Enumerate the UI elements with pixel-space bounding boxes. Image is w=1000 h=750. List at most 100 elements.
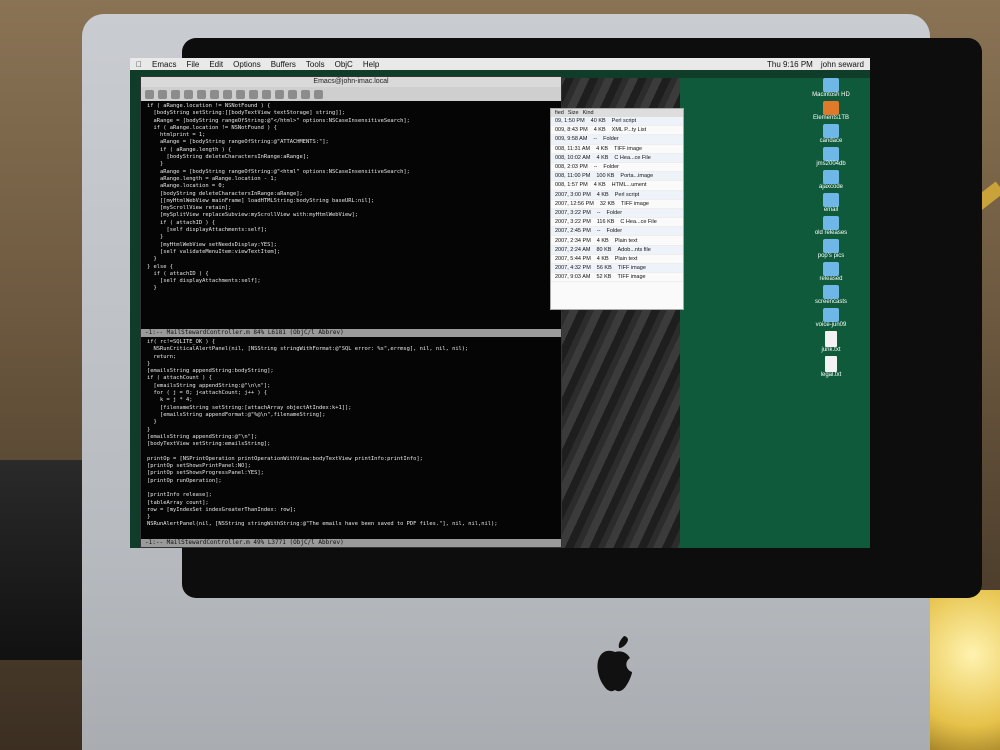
kind-cell: C Hea...ce File [614,154,651,161]
apple-menu-icon[interactable]:  [136,60,142,69]
finder-row[interactable]: 2007, 4:32 PM 56 KB TIFF image [551,264,683,274]
code-line: } [147,256,157,263]
finder-row[interactable]: 09, 1:50 PM 40 KB Perl script [551,117,683,127]
close-icon[interactable] [184,89,193,99]
desktop-icon-label: voice-jun09 [815,322,847,328]
desktop-icon[interactable]: released [819,262,843,282]
date-modified-cell: 2007, 12:56 PM [555,200,594,207]
finder-row[interactable]: 008, 10:02 AM 4 KB C Hea...ce File [551,153,683,163]
finder-row[interactable]: 009, 8:43 PM 4 KB XML P...ty List [551,126,683,136]
column-header-kind[interactable]: Kind [583,110,594,116]
finder-row[interactable]: 2007, 12:56 PM 32 KB TIFF image [551,200,683,209]
size-cell: -- [596,209,601,216]
emacs-code-pane-bottom[interactable]: if( rc!=SQLITE_OK ) { NSRunCriticalAlert… [147,339,555,537]
column-header-size[interactable]: Size [568,110,579,116]
finder-row[interactable]: 008, 11:00 PM 100 KB Porta...image [551,172,683,182]
code-line: NSRunAlertPanel(nil, [NSString stringWit… [147,521,498,528]
search-icon[interactable] [275,89,284,99]
date-modified-cell: 09, 1:50 PM [555,118,585,125]
copy-icon[interactable] [249,89,258,99]
date-modified-cell: 008, 11:00 PM [555,173,591,180]
desktop-icon[interactable]: candace [819,124,843,144]
desktop-icon[interactable]: Elements1TB [813,101,849,121]
menu-edit[interactable]: Edit [209,60,223,69]
kind-cell: TIFF image [617,265,646,272]
menu-tools[interactable]: Tools [306,60,325,69]
code-line: [emailsString appendString:@"\n\n"]; [147,382,271,389]
desktop-icon[interactable]: screencasts [815,285,847,305]
desktop-icon-label: candace [819,138,843,144]
finder-row[interactable]: 2007, 3:00 PM 4 KB Perl script [551,190,683,200]
menu-buffers[interactable]: Buffers [271,60,296,69]
preferences-icon[interactable] [301,89,310,99]
text-document-icon [824,331,837,347]
column-header-modified[interactable]: fied [555,110,564,116]
menubar-clock[interactable]: Thu 9:16 PM [767,60,813,69]
print-icon[interactable] [288,89,297,99]
desktop-icon-label: jms2004db [816,161,846,167]
desktop-icon[interactable]: ajaxcode [819,170,843,190]
size-cell: 56 KB [596,265,612,272]
size-cell: 4 KB [596,145,608,152]
finder-row[interactable]: 2007, 5:44 PM 4 KB Plain text [551,255,683,264]
finder-row[interactable]: 008, 11:31 AM 4 KB TIFF image [551,145,683,154]
finder-row[interactable]: 2007, 3:22 PM -- Folder [551,208,683,219]
finder-file-list: 09, 1:50 PM 40 KB Perl script 009, 8:43 PM 4… [551,117,683,283]
desktop-icon[interactable]: voice-jun09 [815,308,847,328]
desktop-icon[interactable]: junk.txt [821,331,841,353]
code-line: [self validateMenuItem:viewTextItem]; [147,248,281,255]
finder-row[interactable]: 2007, 2:45 PM -- Folder [551,227,683,237]
desktop-icon[interactable]: pop's pics [818,239,844,259]
save-as-icon[interactable] [210,89,219,99]
finder-column-headers: fied Size Kind [551,109,683,117]
code-line: if ( attachCount ) { [147,375,212,382]
new-file-icon[interactable] [145,89,154,99]
kind-cell: TIFF image [620,200,649,207]
finder-row[interactable]: 2007, 2:34 PM 4 KB Plain text [551,236,683,246]
finder-row[interactable]: 009, 9:58 AM -- Folder [551,135,683,145]
size-cell: 40 KB [590,118,606,125]
menu-options[interactable]: Options [233,60,261,69]
kind-cell: Perl script [611,118,637,125]
open-dir-icon[interactable] [171,89,180,99]
menu-objc[interactable]: ObjC [335,60,353,69]
desktop-icon[interactable]: old releases [815,216,847,236]
cut-icon[interactable] [236,89,245,99]
kind-cell: Perl script [614,191,640,198]
finder-row[interactable]: 008, 1:57 PM 4 KB HTML...ument [551,181,683,191]
desktop-icon-label: ajaxcode [818,184,844,190]
finder-row[interactable]: 2007, 2:24 AM 80 KB Adob...nts file [551,245,683,255]
menu-help[interactable]: Help [363,60,379,69]
folder-icon [822,285,839,299]
desktop-icon[interactable]: legal.txt [821,356,841,378]
code-line: [[myHtmlWebView mainFrame] loadHTMLStrin… [147,197,375,204]
hard-disk-icon [822,101,839,115]
menu-file[interactable]: File [186,60,199,69]
paste-icon[interactable] [262,89,271,99]
desktop-icon[interactable]: Macintosh HD [812,78,850,98]
finder-row[interactable]: 2007, 3:22 PM 116 KB C Hea...ce File [551,218,683,228]
help-icon[interactable] [314,89,323,99]
finder-row[interactable]: 008, 2:03 PM -- Folder [551,163,683,173]
emacs-code-pane-top[interactable]: if ( aRange.location != NSNotFound ) { [… [147,103,555,327]
undo-icon[interactable] [223,89,232,99]
folder-icon [823,124,839,138]
hard-disk-icon [823,78,839,92]
menubar-user[interactable]: john seward [821,60,864,69]
app-menu[interactable]: Emacs [152,60,176,69]
desktop-icon[interactable]: email [823,193,839,213]
date-modified-cell: 2007, 3:22 PM [555,209,591,216]
apple-logo-icon [597,636,632,692]
open-file-icon[interactable] [158,89,167,99]
kind-cell: Folder [606,228,623,235]
desktop-icon-label: released [819,276,843,282]
code-line: [emailsString appendFormat:@"%@\n",filen… [147,411,326,418]
size-cell: 4 KB [596,154,609,161]
emacs-title-bar[interactable]: Emacs@john-imac.local [141,77,561,87]
desktop-icon[interactable]: jms2004db [816,147,846,167]
save-icon[interactable] [197,89,206,99]
code-line: aRange.length = aRange.location - 1; [147,175,277,182]
code-line: } [147,234,164,241]
finder-row[interactable]: 2007, 9:03 AM 52 KB TIFF image [551,273,683,283]
